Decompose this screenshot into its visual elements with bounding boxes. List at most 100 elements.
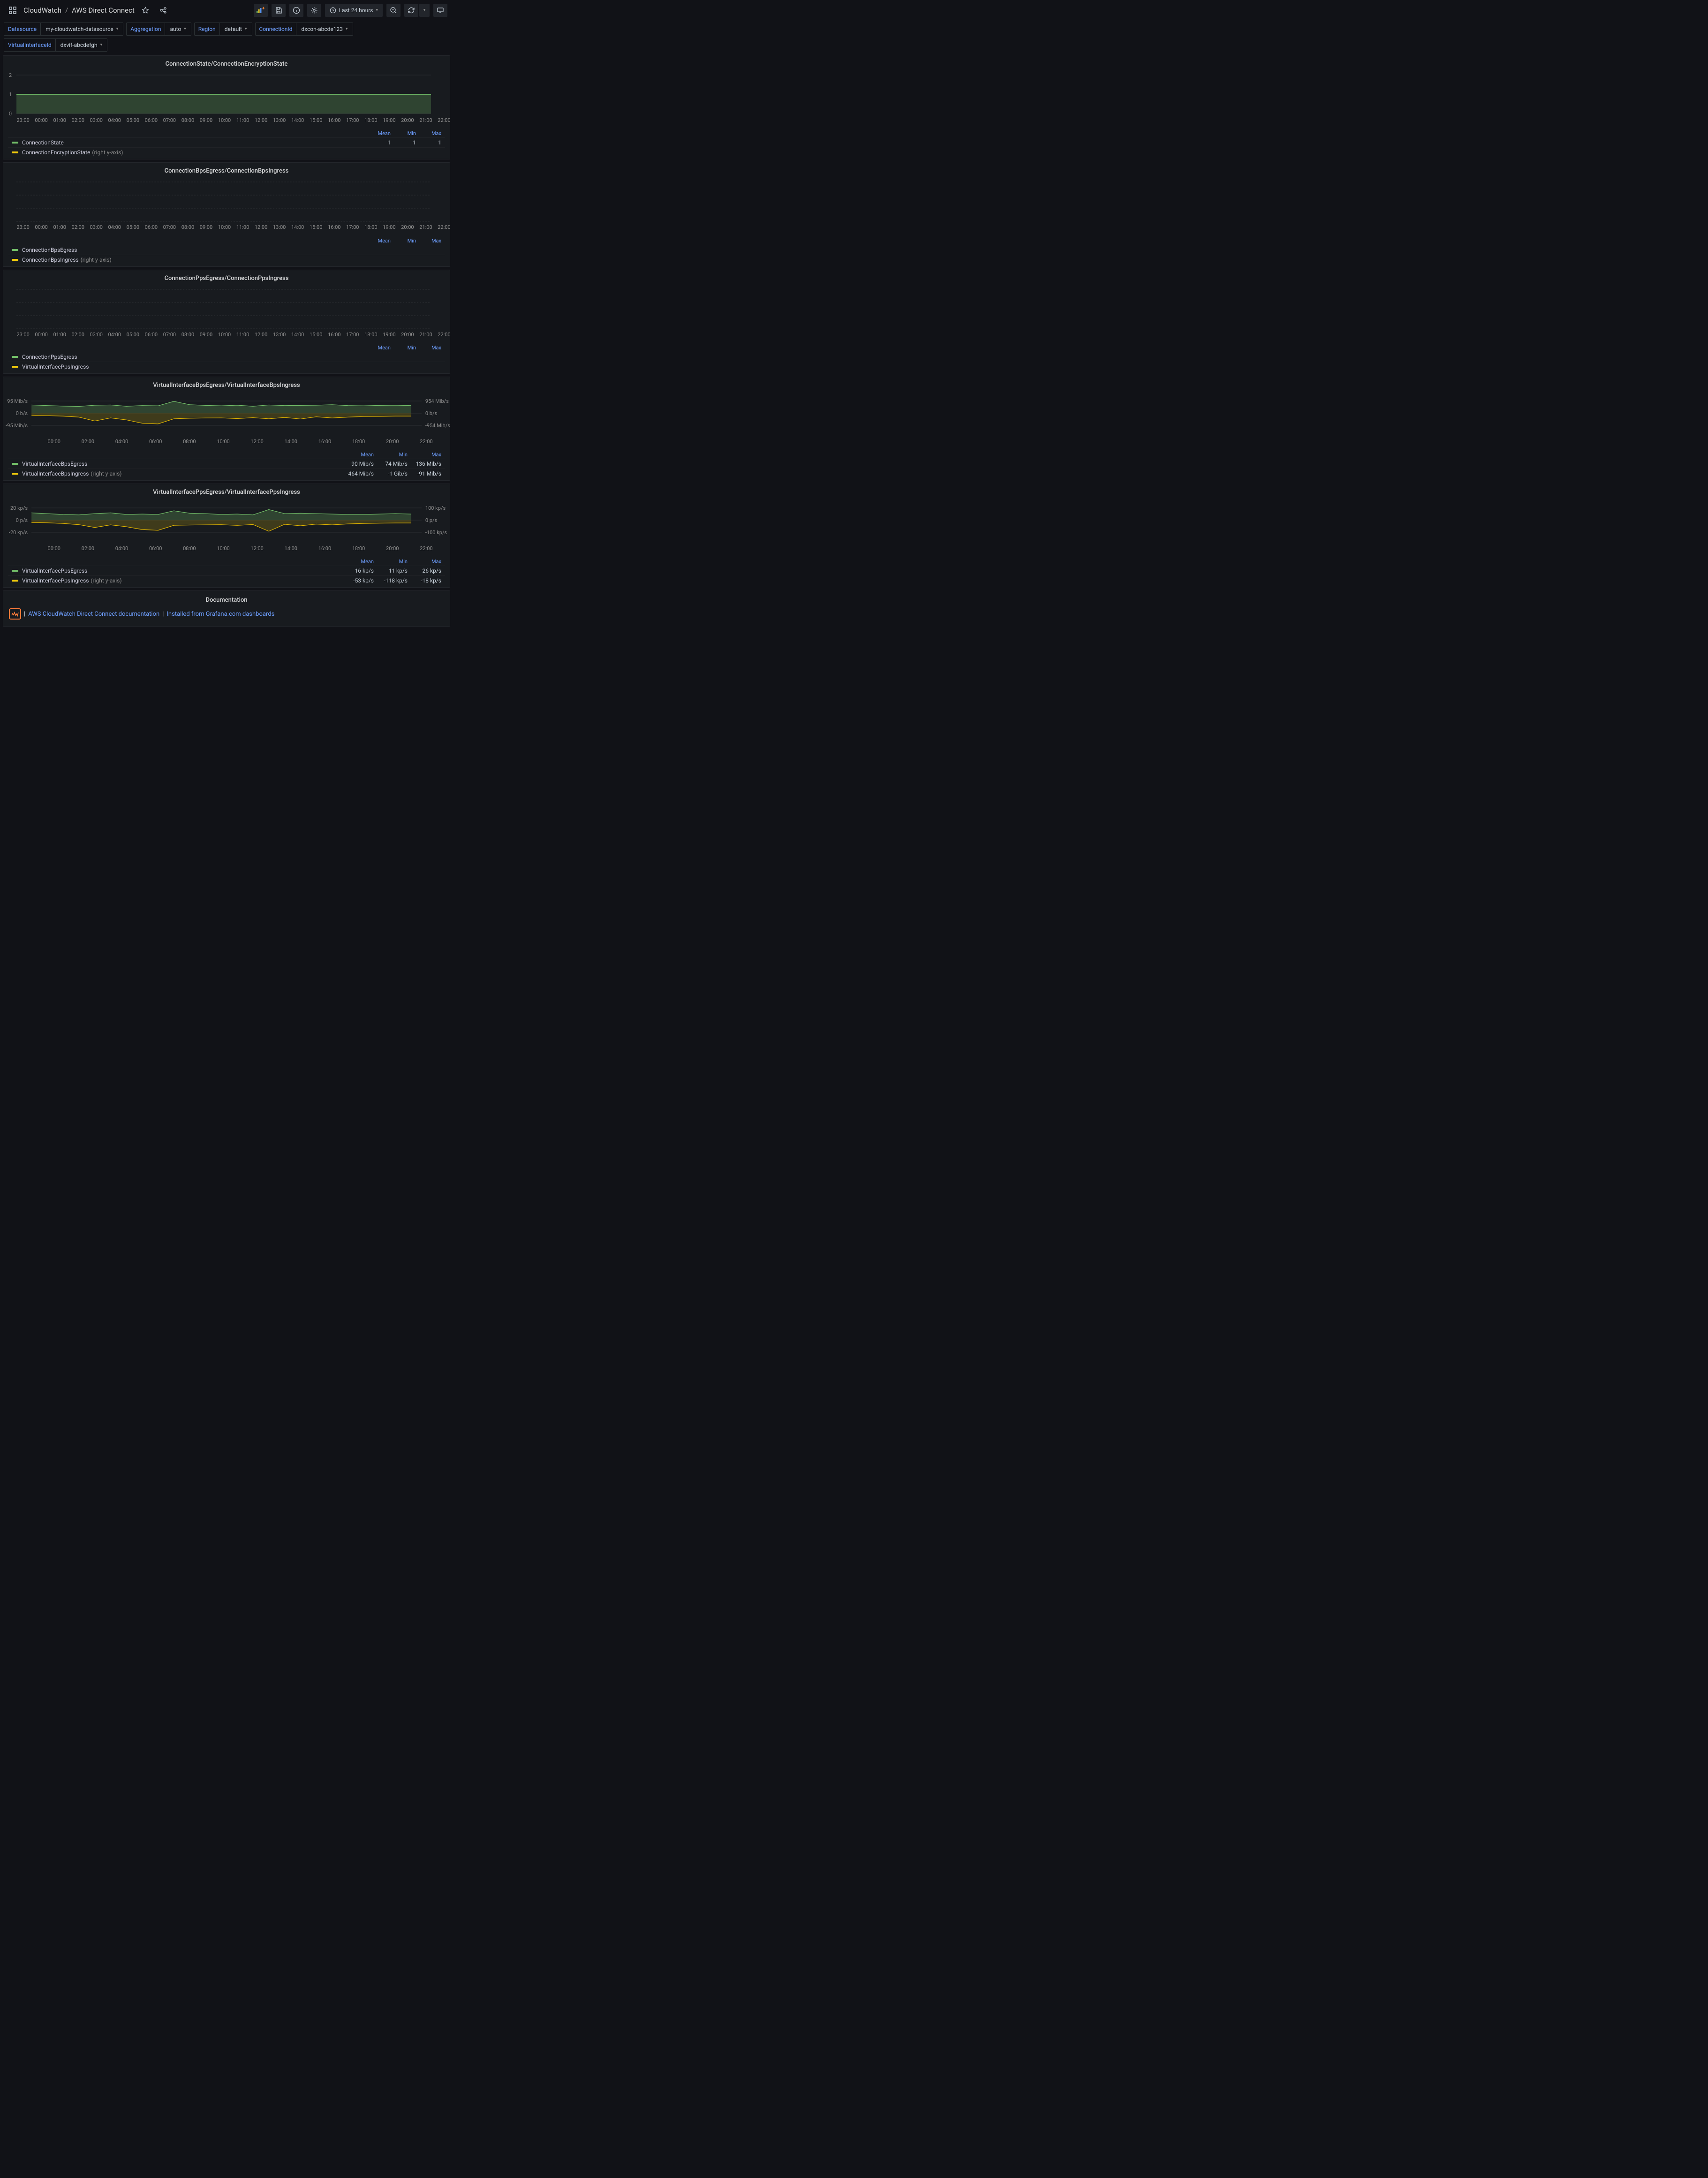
legend-row[interactable]: ConnectionEncryptionState (right y-axis) (8, 147, 445, 157)
var-virtualinterfaceid[interactable]: VirtualInterfaceId dxvif-abcdefgh▾ (4, 38, 107, 52)
svg-text:13:00: 13:00 (273, 332, 286, 338)
svg-text:08:00: 08:00 (183, 439, 196, 445)
breadcrumb-root[interactable]: CloudWatch (23, 6, 61, 15)
legend-swatch-icon (12, 473, 18, 475)
legend-row[interactable]: ConnectionBpsEgress (8, 245, 445, 255)
legend-swatch-icon (12, 356, 18, 358)
chart-vif-pps[interactable]: 20 kp/s 0 p/s -20 kp/s 100 kp/s 0 p/s -1… (3, 498, 450, 558)
legend-swatch-icon (12, 570, 18, 572)
info-icon[interactable] (289, 4, 303, 17)
svg-text:10:00: 10:00 (218, 332, 231, 338)
panel-title: Documentation (8, 595, 445, 608)
svg-text:15:00: 15:00 (310, 332, 322, 338)
svg-text:01:00: 01:00 (53, 224, 66, 230)
panel-connection-pps: ConnectionPpsEgress/ConnectionPpsIngress… (3, 270, 450, 374)
var-datasource[interactable]: Datasource my-cloudwatch-datasource▾ (4, 23, 123, 36)
svg-text:00:00: 00:00 (48, 545, 60, 552)
svg-text:09:00: 09:00 (200, 332, 212, 338)
svg-text:12:00: 12:00 (250, 439, 263, 445)
tv-mode-icon[interactable] (433, 4, 447, 17)
legend-swatch-icon (12, 259, 18, 261)
legend-row[interactable]: VirtualInterfacePpsIngress (8, 362, 445, 371)
legend-row[interactable]: VirtualInterfaceBpsEgress 90 Mib/s 74 Mi… (8, 459, 445, 469)
chart-connection-bps[interactable]: 23:0000:0001:0002:0003:0004:0005:0006:00… (3, 176, 450, 236)
svg-text:00:00: 00:00 (48, 439, 60, 445)
svg-text:22:00: 22:00 (438, 332, 450, 338)
chart-connection-state[interactable]: 210 23:0000:0001:0002:0003:0004:0005:000… (3, 69, 450, 129)
svg-text:15:00: 15:00 (310, 224, 322, 230)
share-icon[interactable] (156, 4, 170, 17)
svg-text:01:00: 01:00 (53, 332, 66, 338)
legend-row[interactable]: VirtualInterfaceBpsIngress (right y-axis… (8, 469, 445, 478)
var-connectionid[interactable]: ConnectionId dxcon-abcde123▾ (255, 23, 353, 36)
svg-text:04:00: 04:00 (108, 224, 121, 230)
chevron-down-icon: ▾ (376, 8, 378, 13)
var-aggregation[interactable]: Aggregation auto▾ (126, 23, 191, 36)
svg-text:05:00: 05:00 (127, 224, 139, 230)
legend-swatch-icon (12, 151, 18, 153)
svg-text:06:00: 06:00 (145, 332, 158, 338)
svg-text:2: 2 (9, 72, 12, 78)
svg-text:11:00: 11:00 (236, 117, 249, 123)
legend-row[interactable]: VirtualInterfacePpsEgress 16 kp/s 11 kp/… (8, 566, 445, 575)
svg-text:23:00: 23:00 (16, 117, 29, 123)
svg-text:08:00: 08:00 (181, 224, 194, 230)
svg-text:14:00: 14:00 (291, 224, 304, 230)
chart-connection-pps[interactable]: 23:0000:0001:0002:0003:0004:0005:0006:00… (3, 284, 450, 344)
breadcrumb: CloudWatch / AWS Direct Connect (23, 6, 135, 15)
svg-text:05:00: 05:00 (127, 332, 139, 338)
save-icon[interactable] (272, 4, 286, 17)
svg-text:16:00: 16:00 (328, 332, 340, 338)
svg-text:-95 Mib/s: -95 Mib/s (6, 423, 28, 429)
panel-connection-state: ConnectionState/ConnectionEncryptionStat… (3, 55, 450, 159)
svg-text:19:00: 19:00 (383, 224, 395, 230)
svg-text:17:00: 17:00 (346, 332, 359, 338)
svg-text:00:00: 00:00 (35, 117, 47, 123)
time-range-picker[interactable]: Last 24 hours ▾ (325, 4, 383, 17)
svg-text:17:00: 17:00 (346, 224, 359, 230)
svg-text:0 p/s: 0 p/s (425, 517, 438, 523)
time-range-label: Last 24 hours (339, 7, 373, 14)
breadcrumb-page[interactable]: AWS Direct Connect (72, 6, 135, 15)
legend-row[interactable]: ConnectionBpsIngress (right y-axis) (8, 255, 445, 265)
svg-text:16:00: 16:00 (318, 439, 331, 445)
doc-link-grafana[interactable]: Installed from Grafana.com dashboards (166, 611, 274, 618)
svg-text:09:00: 09:00 (200, 224, 212, 230)
panel-vif-bps: VirtualInterfaceBpsEgress/VirtualInterfa… (3, 377, 450, 481)
dashboard-grid-icon[interactable] (6, 4, 20, 17)
svg-text:0: 0 (9, 111, 12, 117)
star-icon[interactable] (138, 4, 152, 17)
zoom-out-icon[interactable] (386, 4, 401, 17)
svg-text:09:00: 09:00 (200, 117, 212, 123)
doc-link-aws[interactable]: AWS CloudWatch Direct Connect documentat… (28, 611, 159, 618)
refresh-icon[interactable] (404, 4, 418, 17)
refresh-interval-picker[interactable]: ▾ (419, 4, 430, 17)
svg-text:14:00: 14:00 (291, 117, 304, 123)
legend-row[interactable]: VirtualInterfacePpsIngress (right y-axis… (8, 575, 445, 585)
svg-text:18:00: 18:00 (352, 545, 365, 552)
svg-text:03:00: 03:00 (90, 117, 103, 123)
svg-text:0 b/s: 0 b/s (425, 410, 438, 416)
svg-text:23:00: 23:00 (16, 332, 29, 338)
legend-row[interactable]: ConnectionPpsEgress (8, 352, 445, 362)
svg-text:10:00: 10:00 (217, 545, 229, 552)
svg-text:06:00: 06:00 (149, 545, 162, 552)
settings-icon[interactable] (307, 4, 321, 17)
legend-row[interactable]: ConnectionState 1 1 1 (8, 137, 445, 147)
svg-text:19:00: 19:00 (383, 117, 395, 123)
svg-text:10:00: 10:00 (217, 439, 229, 445)
legend-swatch-icon (12, 249, 18, 251)
svg-text:08:00: 08:00 (181, 117, 194, 123)
svg-text:00:00: 00:00 (35, 224, 47, 230)
var-region[interactable]: Region default▾ (194, 23, 252, 36)
svg-text:18:00: 18:00 (364, 332, 377, 338)
svg-text:21:00: 21:00 (419, 224, 432, 230)
svg-text:04:00: 04:00 (115, 439, 128, 445)
grafana-logo-icon (9, 608, 21, 620)
svg-text:21:00: 21:00 (419, 332, 432, 338)
add-panel-button[interactable]: + (254, 4, 268, 17)
svg-text:-20 kp/s: -20 kp/s (9, 529, 28, 536)
svg-text:02:00: 02:00 (82, 545, 94, 552)
svg-text:18:00: 18:00 (364, 117, 377, 123)
chart-vif-bps[interactable]: 95 Mib/s 0 b/s -95 Mib/s 954 Mib/s 0 b/s… (3, 391, 450, 451)
